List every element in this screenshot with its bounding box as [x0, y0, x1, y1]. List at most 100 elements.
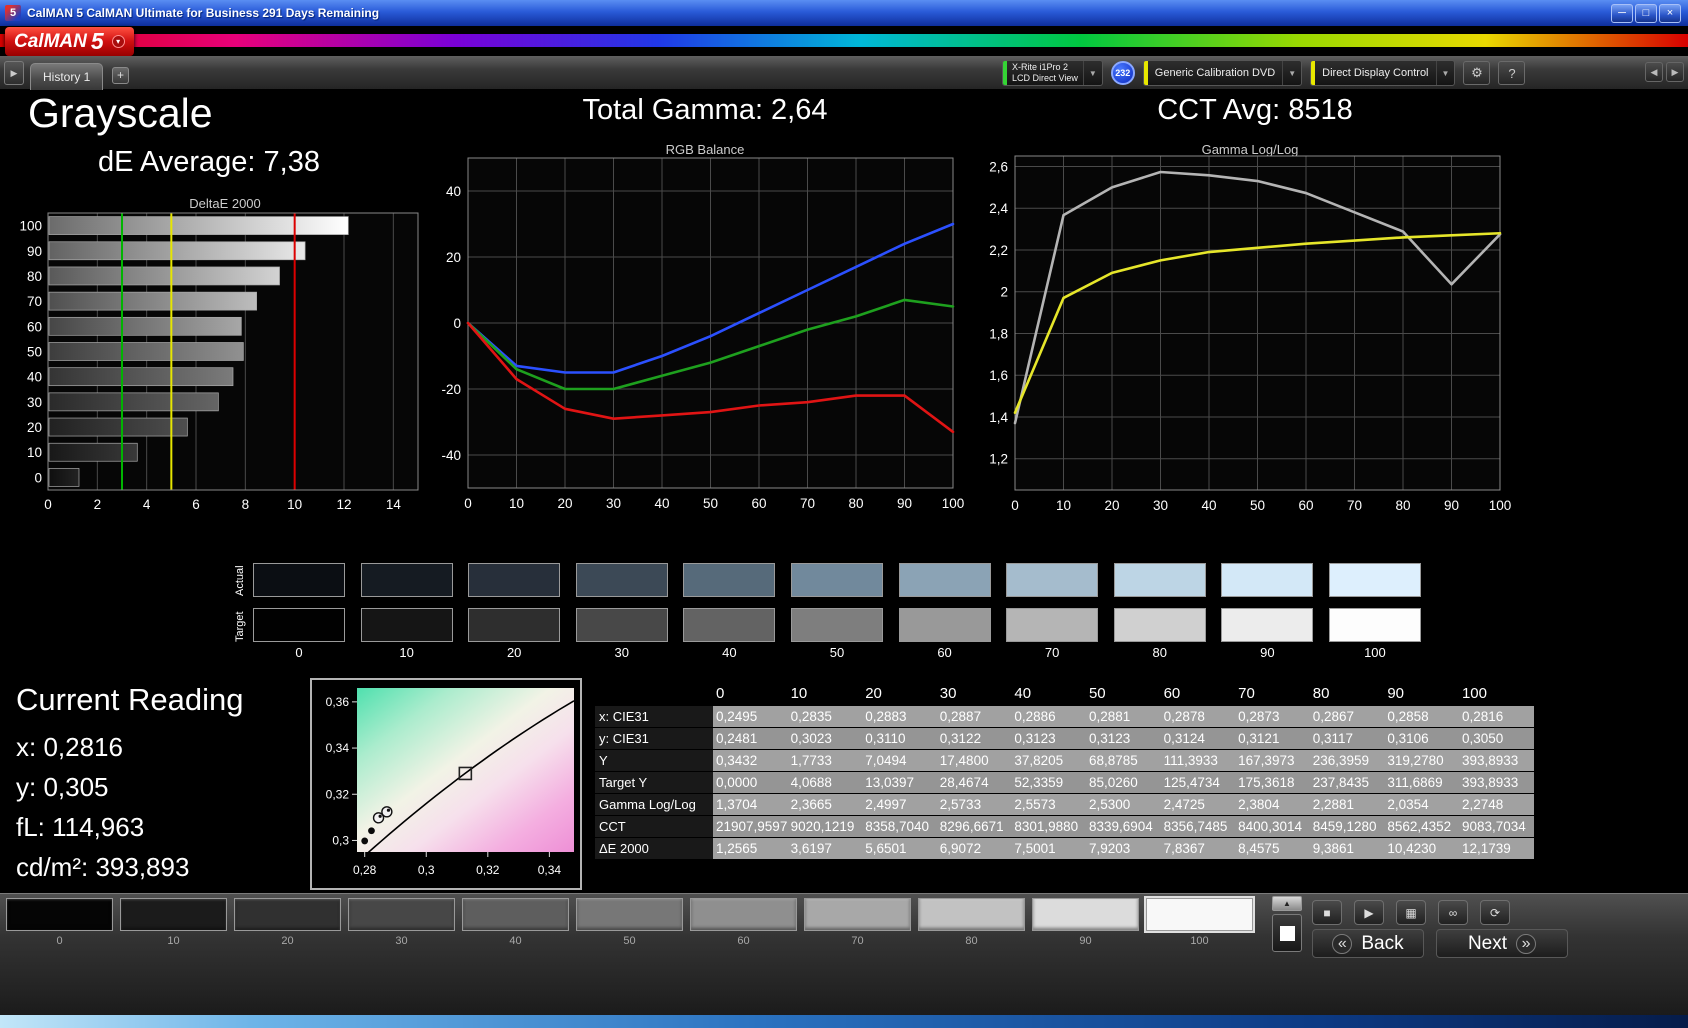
svg-text:80: 80: [27, 269, 42, 284]
target-swatch-10: [360, 608, 453, 642]
table-cell: 0,2481: [713, 728, 788, 749]
pattern-window-button[interactable]: ▦: [1396, 900, 1426, 925]
table-cell: 0,3124: [1160, 728, 1236, 749]
source-dropdown[interactable]: Generic Calibration DVD ▼: [1142, 60, 1303, 86]
panel-flyout-button[interactable]: ▶: [4, 61, 24, 85]
minimize-button[interactable]: ─: [1611, 3, 1633, 23]
pattern-level-label: 80: [965, 935, 978, 947]
swatch-level-label: 10: [399, 645, 414, 660]
pattern-level-column: 20: [234, 898, 341, 947]
svg-text:50: 50: [27, 345, 42, 360]
pattern-level-50[interactable]: [576, 898, 683, 931]
pattern-level-patches: 0 10 20 30 40 50 60 70 80 90 100: [6, 898, 1253, 947]
svg-text:20: 20: [27, 420, 42, 435]
pattern-level-column: 30: [348, 898, 455, 947]
table-cell: 393,8933: [1458, 772, 1534, 793]
pattern-level-column: 0: [6, 898, 113, 947]
svg-text:70: 70: [1347, 498, 1362, 513]
pattern-level-column: 70: [804, 898, 911, 947]
next-button[interactable]: Next »: [1436, 929, 1568, 958]
actual-swatch-90: [1221, 563, 1314, 597]
pattern-level-column: 60: [690, 898, 797, 947]
pattern-level-column: 50: [576, 898, 683, 947]
add-tab-button[interactable]: +: [112, 67, 129, 84]
pattern-up-button[interactable]: ▲: [1272, 896, 1302, 911]
maximize-button[interactable]: □: [1635, 3, 1657, 23]
refresh-button[interactable]: ⟳: [1480, 900, 1510, 925]
svg-text:40: 40: [446, 184, 461, 199]
table-cell: 175,3618: [1235, 772, 1310, 793]
svg-text:0,3: 0,3: [418, 863, 435, 877]
table-cell: 311,6869: [1384, 772, 1459, 793]
settings-button[interactable]: ⚙: [1463, 61, 1491, 85]
pattern-level-30[interactable]: [348, 898, 455, 931]
actual-swatch-70: [1006, 563, 1099, 597]
charts-area: Grayscale dE Average: 7,38 Total Gamma: …: [0, 90, 1688, 545]
tab-history-1[interactable]: History 1: [30, 63, 104, 90]
pattern-level-10[interactable]: [120, 898, 227, 931]
gear-icon: ⚙: [1471, 65, 1483, 80]
table-row-label: ΔE 2000: [595, 838, 713, 859]
svg-text:1,4: 1,4: [989, 410, 1008, 425]
svg-text:0,3: 0,3: [332, 833, 349, 847]
collapse-left-button[interactable]: ◀: [1645, 62, 1663, 82]
table-cell: 0,3050: [1458, 728, 1534, 749]
stop-button[interactable]: ■: [1312, 900, 1342, 925]
calman-logo-button[interactable]: CalMAN 5 ▾: [5, 27, 134, 56]
pattern-level-20[interactable]: [234, 898, 341, 931]
svg-text:2,6: 2,6: [989, 159, 1008, 174]
collapse-right-button[interactable]: ▶: [1666, 62, 1684, 82]
pattern-level-label: 30: [395, 935, 408, 947]
de-average-reading: dE Average: 7,38: [98, 146, 320, 178]
svg-text:2: 2: [1000, 285, 1008, 300]
source-label: Generic Calibration DVD: [1154, 67, 1276, 79]
display-control-dropdown[interactable]: Direct Display Control ▼: [1310, 60, 1456, 86]
rgb-balance-chart: 0 10 20 30 40 50 60 70 80 90 100 40 20 0 -20 -40: [441, 157, 964, 511]
svg-text:1,6: 1,6: [989, 368, 1008, 383]
svg-text:100: 100: [1489, 498, 1512, 513]
page-title: Grayscale: [28, 90, 213, 136]
gamma-loglog-chart: 0 10 20 30 40 50 60 70 80 90 100 1,2 1,4 1,6 1,8 2 2,2 2,…: [989, 155, 1512, 513]
target-swatch-20: [468, 608, 561, 642]
chevron-down-icon: ▼: [1435, 61, 1455, 85]
table-cell: 0,2873: [1235, 706, 1310, 727]
deltae-bar-chart: 0 2 4 6 8 10 12 141009080706050403020100: [19, 212, 419, 510]
swatch-level-label: 60: [937, 645, 952, 660]
pattern-level-label: 50: [623, 935, 636, 947]
rainbow-strip: [0, 34, 1688, 47]
pattern-level-40[interactable]: [462, 898, 569, 931]
pattern-level-0[interactable]: [6, 898, 113, 931]
table-cell: 2,3804: [1235, 794, 1310, 815]
pattern-level-100[interactable]: [1146, 898, 1253, 931]
svg-text:0,36: 0,36: [326, 695, 350, 709]
table-cell: 28,4674: [936, 772, 1012, 793]
svg-text:70: 70: [800, 496, 815, 511]
table-cell: 9,3861: [1309, 838, 1385, 859]
svg-text:4: 4: [143, 497, 151, 510]
workflow-nav: « Back Next »: [1312, 929, 1568, 958]
current-reading-title: Current Reading: [16, 682, 244, 717]
play-button[interactable]: ▶: [1354, 900, 1384, 925]
close-button[interactable]: ×: [1659, 3, 1681, 23]
back-button[interactable]: « Back: [1312, 929, 1424, 958]
bottom-accent-strip: [0, 1015, 1688, 1028]
swatch-level-label: 70: [1044, 645, 1060, 660]
table-cell: 1,2565: [713, 838, 788, 859]
continuous-button[interactable]: ∞: [1438, 900, 1468, 925]
svg-text:2,4: 2,4: [989, 201, 1008, 216]
pattern-window-stack: ▲: [1272, 896, 1302, 952]
table-cell: 7,5001: [1011, 838, 1086, 859]
app-icon: 5: [5, 5, 21, 21]
pattern-level-60[interactable]: [690, 898, 797, 931]
target-swatch-50: [790, 608, 883, 642]
pattern-level-80[interactable]: [918, 898, 1025, 931]
pattern-level-70[interactable]: [804, 898, 911, 931]
refresh-icon: ⟳: [1489, 905, 1501, 920]
table-cell: 2,3665: [787, 794, 863, 815]
meter-dropdown[interactable]: X-Rite i1Pro 2 LCD Direct View ▼: [1002, 60, 1103, 86]
pattern-level-90[interactable]: [1032, 898, 1139, 931]
table-row-label: Y: [595, 750, 713, 771]
help-button[interactable]: ?: [1498, 61, 1526, 85]
pattern-stop-button[interactable]: [1272, 914, 1302, 952]
table-cell: 0,3117: [1309, 728, 1385, 749]
